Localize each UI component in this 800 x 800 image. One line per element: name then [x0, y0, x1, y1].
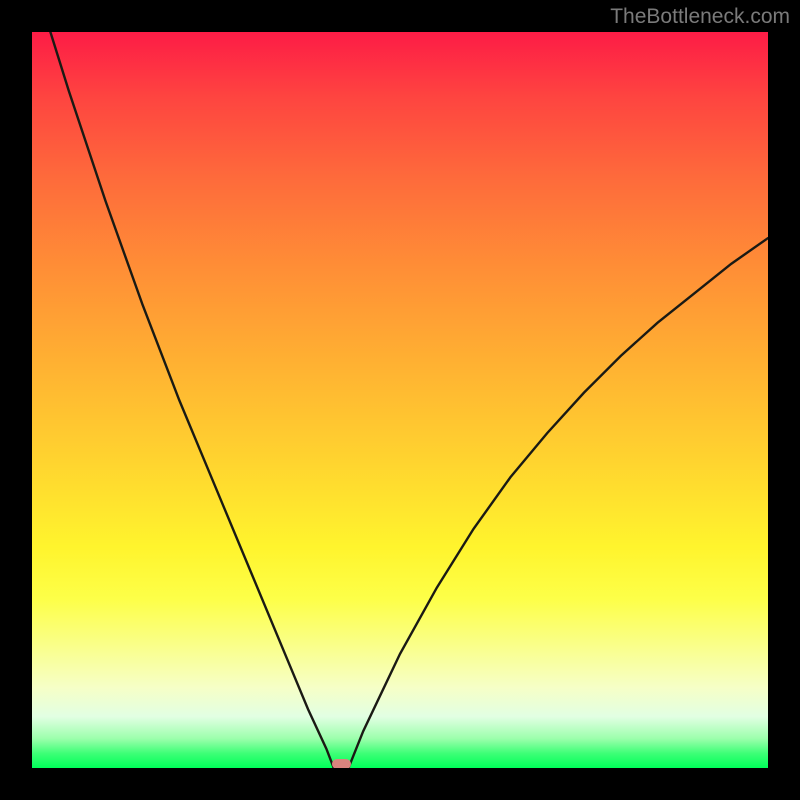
plot-area	[32, 32, 768, 768]
chart-frame: TheBottleneck.com	[0, 0, 800, 800]
optimum-marker	[332, 759, 351, 768]
curve-right-branch	[348, 238, 768, 768]
watermark-text: TheBottleneck.com	[610, 5, 790, 29]
bottleneck-curve	[32, 32, 768, 768]
curve-left-branch	[50, 32, 333, 768]
